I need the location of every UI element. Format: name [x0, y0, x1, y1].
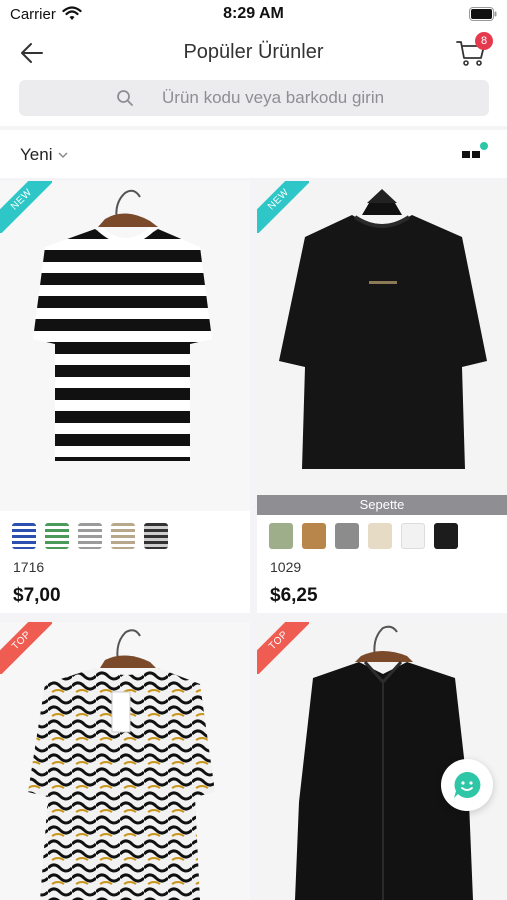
status-bar: Carrier 8:29 AM: [0, 0, 507, 28]
chat-smile-icon: [454, 771, 481, 798]
page-title: Popüler Ürünler: [183, 41, 324, 63]
badge: NEW: [257, 181, 309, 233]
chevron-down-icon: [58, 152, 68, 158]
top-badge: TOP: [0, 622, 52, 674]
swatch-blue-stripe[interactable]: [12, 523, 36, 549]
badge: TOP: [257, 622, 309, 674]
swatch-grey-stripe[interactable]: [78, 523, 102, 549]
swatch-camel[interactable]: [302, 523, 326, 549]
swatch-white[interactable]: [401, 523, 425, 549]
product-price: $6,25: [270, 585, 318, 606]
sort-label: Yeni: [20, 145, 53, 164]
product-price: $7,00: [13, 585, 61, 606]
status-time: 8:29 AM: [223, 5, 284, 22]
sepette-banner: Sepette: [257, 495, 507, 515]
badge: TOP: [0, 622, 52, 674]
product-card[interactable]: NEW Sepette 1029 $6,25: [257, 181, 507, 613]
search-icon: [117, 90, 133, 106]
chat-button[interactable]: [441, 759, 493, 811]
new-badge: NEW: [0, 181, 52, 233]
product-card[interactable]: TOP: [0, 622, 250, 900]
color-swatches: [269, 523, 458, 549]
color-swatches: [12, 523, 168, 549]
swatch-dark-stripe[interactable]: [144, 523, 168, 549]
swatch-black[interactable]: [434, 523, 458, 549]
search-input[interactable]: Ürün kodu veya barkodu girin: [19, 80, 489, 116]
nav-bar: Popüler Ürünler 8: [0, 28, 507, 76]
new-badge: NEW: [257, 181, 309, 233]
swatch-cream[interactable]: [368, 523, 392, 549]
grid-layout-icon[interactable]: [462, 142, 490, 166]
badge: NEW: [0, 181, 52, 233]
swatch-sage[interactable]: [269, 523, 293, 549]
sort-bar: Yeni: [0, 130, 507, 178]
battery-icon: [469, 7, 497, 21]
top-badge: TOP: [257, 622, 309, 674]
search-placeholder: Ürün kodu veya barkodu girin: [162, 88, 385, 107]
product-code: 1716: [13, 559, 45, 575]
swatch-green-stripe[interactable]: [45, 523, 69, 549]
cart-count-badge: 8: [475, 32, 493, 50]
sort-dropdown[interactable]: Yeni: [20, 144, 68, 166]
swatch-beige-stripe[interactable]: [111, 523, 135, 549]
product-card[interactable]: NEW 1716 $7,00: [0, 181, 250, 613]
swatch-grey[interactable]: [335, 523, 359, 549]
product-code: 1029: [270, 559, 302, 575]
